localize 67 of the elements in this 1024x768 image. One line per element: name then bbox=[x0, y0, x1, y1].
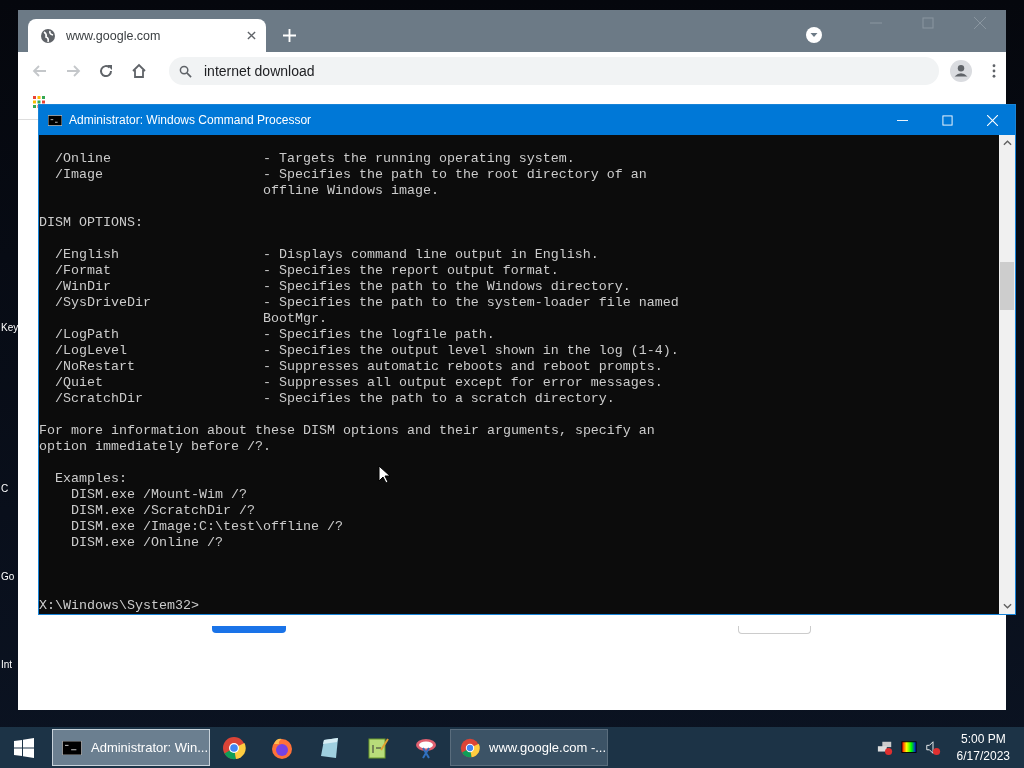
command-prompt[interactable]: X:\Windows\System32> bbox=[39, 598, 999, 614]
network-error-icon[interactable] bbox=[876, 739, 893, 756]
taskbar-window-button[interactable]: www.google.com -... bbox=[450, 729, 608, 766]
dropdown-icon[interactable] bbox=[806, 27, 822, 43]
option-name: /WinDir bbox=[55, 279, 111, 294]
chrome-icon[interactable] bbox=[222, 735, 246, 760]
option-description: - Specifies the path to the root directory of an bbox=[262, 167, 647, 183]
example-command: DISM.exe /Image:C:\test\offline /? bbox=[71, 519, 343, 535]
option-description: - Specifies the output level shown in the log (1-4). bbox=[262, 343, 679, 359]
option-name: /SysDriveDir bbox=[55, 295, 151, 310]
desktop-icon-label[interactable]: Go bbox=[1, 571, 15, 582]
desktop-icon-label[interactable]: Int bbox=[1, 659, 13, 670]
clock[interactable]: 5:00 PM 6/17/2023 bbox=[956, 730, 1010, 765]
option-name: /Format bbox=[55, 263, 111, 278]
option-description: - Suppresses all output except for error messages. bbox=[262, 375, 664, 391]
home-icon[interactable] bbox=[131, 63, 147, 79]
address-text: internet download bbox=[204, 63, 315, 79]
option-name: /Quiet bbox=[55, 375, 103, 390]
console-text: DISM OPTIONS: bbox=[39, 215, 143, 231]
example-command: DISM.exe /Mount-Wim /? bbox=[71, 487, 247, 503]
search-icon bbox=[179, 64, 192, 78]
speaker-muted-icon[interactable] bbox=[924, 739, 941, 756]
console-icon bbox=[62, 740, 82, 755]
close-tab-icon[interactable] bbox=[247, 31, 256, 40]
reload-icon[interactable] bbox=[98, 63, 114, 79]
globe-icon bbox=[40, 27, 56, 44]
start-icon[interactable] bbox=[14, 737, 34, 758]
mouse-cursor-icon bbox=[378, 465, 390, 484]
example-command: DISM.exe /Online /? bbox=[71, 535, 223, 551]
taskbar-window-button[interactable]: Administrator: Win... bbox=[52, 729, 210, 766]
option-description: - Displays command line output in English. bbox=[262, 247, 600, 263]
option-description: BootMgr. bbox=[262, 311, 328, 327]
option-description: - Specifies the logfile path. bbox=[262, 327, 496, 343]
console-icon bbox=[48, 114, 62, 126]
display-icon[interactable] bbox=[900, 739, 917, 756]
desktop-icon-label[interactable]: Key bbox=[1, 322, 19, 333]
console-text: For more information about these DISM options and their arguments, specify an bbox=[39, 423, 655, 439]
menu-icon[interactable] bbox=[992, 64, 996, 78]
option-description: - Specifies the path to the Windows directory. bbox=[262, 279, 632, 295]
option-description: - Specifies the path to the system-loader file named bbox=[262, 295, 679, 311]
option-name: /NoRestart bbox=[55, 359, 135, 374]
example-command: DISM.exe /ScratchDir /? bbox=[71, 503, 255, 519]
chrome-icon bbox=[460, 737, 480, 758]
option-name: /LogLevel bbox=[55, 343, 127, 358]
option-description: offline Windows image. bbox=[262, 183, 440, 199]
scrollbar-thumb[interactable] bbox=[1000, 262, 1014, 310]
text-editor-icon[interactable] bbox=[366, 735, 390, 760]
desktop-icon-label[interactable]: C bbox=[1, 483, 9, 494]
option-description: - Suppresses automatic reboots and reboot prompts. bbox=[262, 359, 664, 375]
option-name: /ScratchDir bbox=[55, 391, 143, 406]
option-name: /Image bbox=[55, 167, 103, 182]
option-name: /Online bbox=[55, 151, 111, 166]
scroll-up-icon[interactable] bbox=[1002, 140, 1012, 146]
examples-heading: Examples: bbox=[55, 471, 127, 487]
option-name: /English bbox=[55, 247, 119, 262]
browser-tab[interactable]: www.google.com bbox=[28, 19, 266, 52]
option-description: - Targets the running operating system. bbox=[262, 151, 576, 167]
new-tab-icon[interactable] bbox=[283, 29, 296, 42]
option-description: - Specifies the path to a scratch directory. bbox=[262, 391, 616, 407]
address-bar[interactable]: internet download bbox=[169, 57, 939, 85]
option-name: /LogPath bbox=[55, 327, 119, 342]
scrollbar[interactable] bbox=[999, 135, 1015, 614]
window-title: Administrator: Windows Command Processor bbox=[69, 113, 313, 127]
option-description: - Specifies the report output format. bbox=[262, 263, 560, 279]
console-text: option immediately before /?. bbox=[39, 439, 271, 455]
scroll-down-icon[interactable] bbox=[1002, 603, 1012, 609]
profile-icon[interactable] bbox=[950, 60, 972, 82]
